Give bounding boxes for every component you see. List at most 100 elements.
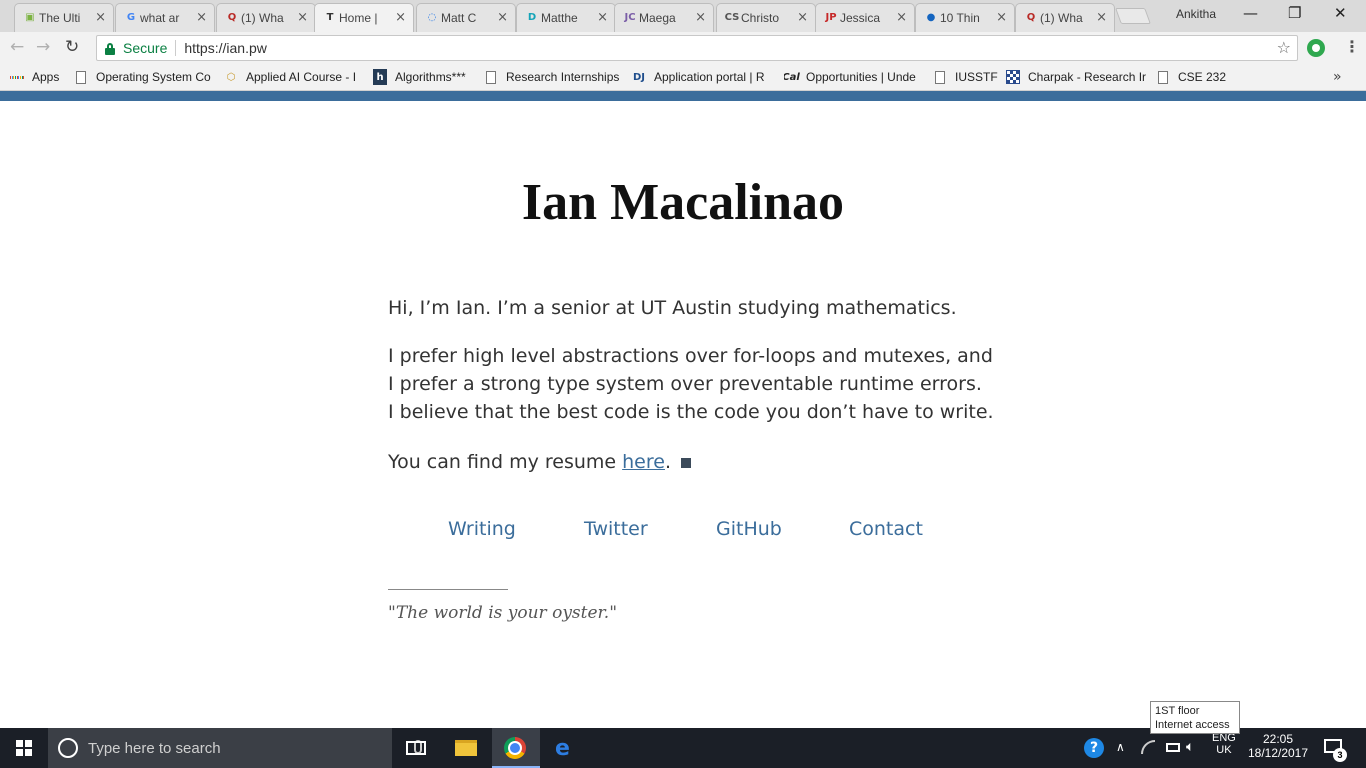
tab-title: Christo (741, 11, 780, 25)
chevron-more-icon[interactable]: » (1333, 69, 1342, 85)
tab-5[interactable]: ◌ Matt C × (416, 3, 516, 32)
battery-icon[interactable] (1166, 743, 1180, 752)
nav-contact[interactable]: Contact (849, 518, 923, 540)
tab-10[interactable]: ● 10 Thin × (915, 3, 1015, 32)
back-icon[interactable]: ← (10, 37, 24, 57)
close-tab-icon[interactable]: × (297, 10, 308, 25)
resume-prefix: You can find my resume (388, 451, 623, 473)
tab-2[interactable]: Gwhat ar × (115, 3, 215, 32)
language-region: UK (1216, 744, 1232, 756)
tab-title: (1) Wha (241, 11, 284, 25)
tab-1[interactable]: ▣ The Ulti × (14, 3, 114, 32)
bookmark-label: Operating System Co (96, 70, 211, 84)
spinner-icon: ◌ (427, 11, 437, 23)
bookmark-applied-ai[interactable]: ⬡ Applied AI Course - I (224, 69, 360, 85)
cal-icon: Cal (784, 71, 800, 83)
page-title: Ian Macalinao (521, 174, 845, 231)
tab-3[interactable]: Q (1) Wha × (216, 3, 316, 32)
bookmark-opportunities[interactable]: Cal Opportunities | Unde (784, 69, 922, 85)
pref-line: I prefer a strong type system over preve… (388, 373, 982, 395)
new-tab-button[interactable] (1115, 8, 1151, 24)
dj-icon: DJ (632, 71, 646, 83)
tab-title: 10 Thin (940, 11, 980, 25)
minimize-icon[interactable]: — (1243, 4, 1258, 22)
help-icon[interactable]: ? (1084, 738, 1104, 758)
language-indicator[interactable]: ENG UK (1212, 732, 1236, 756)
restore-icon[interactable]: ❐ (1288, 4, 1301, 22)
bookmark-application-portal[interactable]: DJ Application portal | R (632, 69, 772, 85)
notification-count-badge: 3 (1333, 748, 1347, 762)
close-tab-icon[interactable]: × (597, 10, 608, 25)
nav-twitter[interactable]: Twitter (584, 518, 648, 540)
quora-icon: Q (227, 11, 237, 23)
bookmark-label: IUSSTF (955, 70, 998, 84)
nav-writing[interactable]: Writing (448, 518, 516, 540)
bookmark-label: Charpak - Research Ir (1028, 70, 1146, 84)
secure-label: Secure (123, 40, 168, 56)
clock-date: 18/12/2017 (1247, 746, 1309, 760)
tab-title: Matthe (541, 11, 578, 25)
tooltip-line: Internet access (1155, 719, 1230, 731)
close-tab-icon[interactable]: × (395, 10, 406, 25)
close-tab-icon[interactable]: × (95, 10, 106, 25)
cortana-icon (58, 738, 78, 758)
tab-title: Matt C (441, 11, 477, 25)
tab-6[interactable]: D Matthe × (516, 3, 616, 32)
bookmark-charpak[interactable]: Charpak - Research Ir (1006, 69, 1146, 85)
close-window-icon[interactable]: ✕ (1334, 4, 1347, 22)
bookmark-label: Applied AI Course - I (246, 70, 357, 84)
tab-8[interactable]: CS Christo × (716, 3, 816, 32)
clock[interactable]: 22:05 18/12/2017 (1246, 732, 1310, 760)
profile-name[interactable]: Ankitha (1176, 7, 1216, 21)
forward-icon[interactable]: → (36, 37, 50, 57)
d-icon: D (527, 11, 537, 23)
chrome-taskbar-button[interactable] (492, 728, 540, 768)
bookmark-apps[interactable]: Apps (10, 69, 59, 85)
resume-link[interactable]: here (622, 451, 665, 473)
bookmark-iusstf[interactable]: IUSSTF (935, 69, 998, 85)
chrome-icon (504, 737, 526, 759)
resume-text: You can find my resume here. (388, 448, 691, 476)
windows-start-icon[interactable] (16, 740, 32, 756)
edge-taskbar-button[interactable]: e (541, 728, 589, 768)
bookmarks-bar: Apps Operating System Co ⬡ Applied AI Co… (0, 63, 1366, 91)
tab-9[interactable]: JP Jessica × (815, 3, 915, 32)
quora-icon: Q (1026, 11, 1036, 23)
file-explorer-button[interactable] (443, 728, 491, 768)
bookmark-research-internships[interactable]: Research Internships (486, 69, 619, 85)
nav-github[interactable]: GitHub (716, 518, 782, 540)
close-tab-icon[interactable]: × (797, 10, 808, 25)
google-icon: G (126, 11, 136, 23)
green-doc-icon: ▣ (25, 11, 35, 23)
speaker-icon[interactable]: 🔈︎ (1186, 739, 1194, 755)
show-hidden-icons-icon[interactable]: ∧ (1116, 740, 1125, 754)
close-tab-icon[interactable]: × (196, 10, 207, 25)
url-text[interactable]: https://ian.pw (184, 40, 267, 56)
bookmark-star-icon[interactable]: ☆ (1277, 38, 1291, 57)
close-tab-icon[interactable]: × (1096, 10, 1107, 25)
tab-11[interactable]: Q (1) Wha × (1015, 3, 1115, 32)
reload-icon[interactable]: ↻ (65, 37, 79, 57)
bookmark-algorithms[interactable]: h Algorithms*** (373, 69, 466, 85)
resume-suffix: . (664, 451, 671, 473)
tab-title: Jessica (840, 11, 881, 25)
tab-4[interactable]: T Home | × (314, 3, 414, 32)
address-bar[interactable]: Secure https://ian.pw ☆ (96, 35, 1298, 61)
close-tab-icon[interactable]: × (497, 10, 508, 25)
taskbar-search[interactable]: Type here to search (48, 728, 422, 768)
tab-title: (1) Wha (1040, 11, 1083, 25)
network-tooltip: 1ST floor Internet access (1150, 701, 1240, 734)
close-tab-icon[interactable]: × (896, 10, 907, 25)
close-tab-icon[interactable]: × (695, 10, 706, 25)
menu-icon[interactable]: ⋮ (1344, 37, 1360, 56)
bookmark-operating-system[interactable]: Operating System Co (76, 69, 212, 85)
tab-7[interactable]: JC Maega × (614, 3, 714, 32)
browser-toolbar: ← → ↻ Secure https://ian.pw ☆ ⋮ (0, 32, 1366, 63)
close-tab-icon[interactable]: × (996, 10, 1007, 25)
wifi-icon[interactable] (1141, 740, 1155, 754)
clock-time: 22:05 (1262, 732, 1294, 746)
extension-icon[interactable] (1307, 39, 1325, 57)
task-view-icon[interactable] (406, 741, 426, 755)
tooltip-line: 1ST floor (1155, 705, 1200, 717)
bookmark-cse232[interactable]: CSE 232 (1158, 69, 1226, 85)
